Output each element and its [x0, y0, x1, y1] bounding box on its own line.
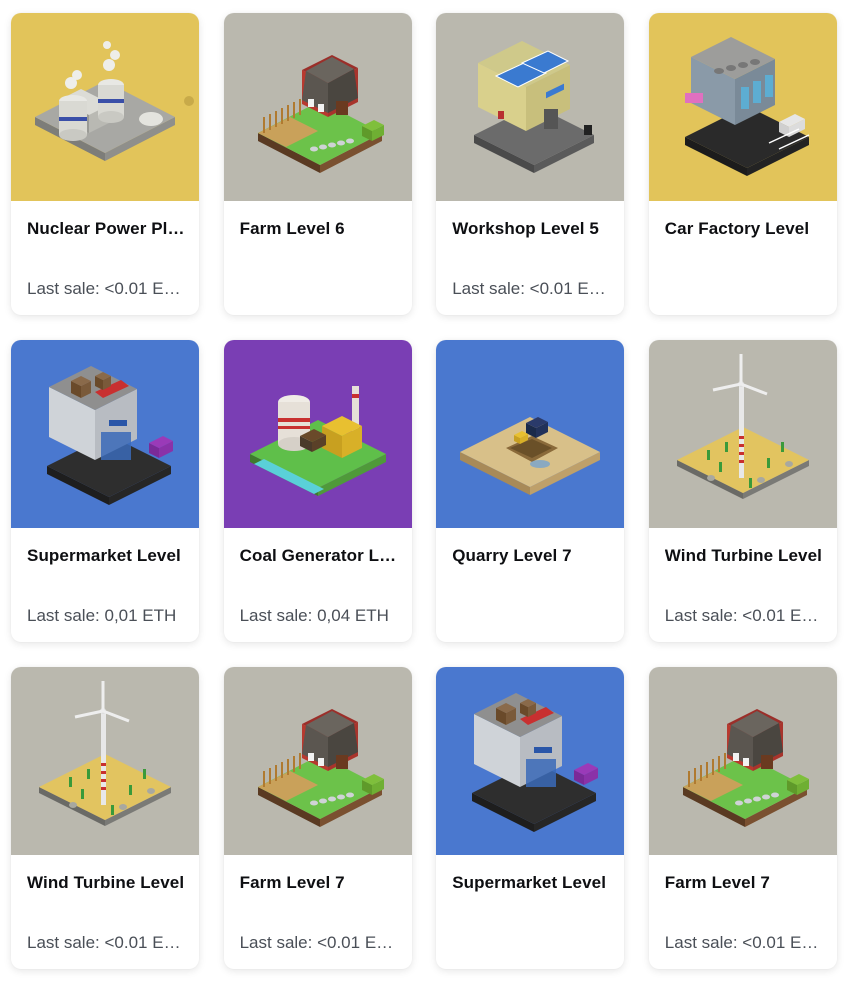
last-sale: Last sale: <0.01 ETH — [452, 279, 611, 298]
nft-thumbnail — [436, 13, 625, 201]
nft-card[interactable]: Nuclear Power Plant Last sale: <0.01 ETH — [11, 13, 199, 315]
nft-card[interactable]: Car Factory Level — [648, 13, 837, 315]
nft-thumbnail — [223, 13, 412, 201]
last-sale: Last sale: <0.01 ETH — [239, 933, 398, 952]
workshop-icon — [474, 41, 595, 173]
nft-thumbnail — [223, 340, 412, 528]
card-title: Wind Turbine Level — [27, 873, 185, 892]
last-sale: Last sale: <0.01 ETH — [664, 933, 823, 952]
supermarket-icon — [472, 693, 599, 832]
nft-thumbnail — [223, 667, 412, 855]
farm-icon — [257, 709, 384, 827]
nft-thumbnail — [11, 667, 199, 855]
quarry-icon — [460, 417, 601, 495]
card-title: Workshop Level 5 — [452, 219, 599, 238]
nft-thumbnail — [11, 13, 199, 201]
last-sale: Last sale: 0,01 ETH — [27, 606, 177, 625]
nft-card[interactable]: Wind Turbine Level Last sale: <0.01 ETH — [11, 667, 199, 969]
card-title: Wind Turbine Level — [664, 546, 822, 565]
nft-card[interactable]: Farm Level 6 — [223, 13, 412, 315]
wind-turbine-icon — [39, 681, 171, 826]
nft-thumbnail — [436, 340, 625, 528]
card-title: Farm Level 7 — [239, 873, 345, 892]
last-sale: Last sale: <0.01 ETH — [664, 606, 823, 625]
nft-card[interactable]: Supermarket Level Last sale: 0,01 ETH — [11, 340, 199, 642]
farm-icon — [682, 709, 809, 827]
car-factory-icon — [684, 37, 810, 176]
nft-grid: Nuclear Power Plant Last sale: <0.01 ETH… — [11, 13, 837, 969]
card-title: Coal Generator Level — [239, 546, 398, 565]
nft-card[interactable]: Supermarket Level — [436, 667, 625, 969]
nft-thumbnail — [11, 340, 199, 528]
farm-icon — [257, 55, 384, 173]
nuclear-plant-icon — [35, 41, 194, 161]
card-title: Car Factory Level — [664, 219, 810, 238]
nft-thumbnail — [648, 13, 837, 201]
nft-thumbnail — [648, 667, 837, 855]
card-title: Nuclear Power Plant — [27, 219, 185, 238]
last-sale: Last sale: <0.01 ETH — [27, 933, 185, 952]
coal-generator-icon — [249, 386, 386, 496]
nft-card[interactable]: Quarry Level 7 — [436, 340, 625, 642]
nft-card[interactable]: Farm Level 7 Last sale: <0.01 ETH — [648, 667, 837, 969]
card-title: Farm Level 6 — [239, 219, 345, 238]
nft-card[interactable]: Wind Turbine Level Last sale: <0.01 ETH — [648, 340, 837, 642]
card-title: Supermarket Level — [27, 546, 181, 565]
supermarket-icon — [47, 366, 173, 505]
card-title: Supermarket Level — [452, 873, 607, 892]
nft-card[interactable]: Farm Level 7 Last sale: <0.01 ETH — [223, 667, 412, 969]
last-sale: Last sale: 0,04 ETH — [239, 606, 389, 625]
nft-card[interactable]: Coal Generator Level Last sale: 0,04 ETH — [223, 340, 412, 642]
last-sale: Last sale: <0.01 ETH — [27, 279, 185, 298]
card-title: Farm Level 7 — [664, 873, 770, 892]
wind-turbine-icon — [676, 354, 809, 499]
card-title: Quarry Level 7 — [452, 546, 572, 565]
nft-thumbnail — [436, 667, 625, 855]
nft-thumbnail — [648, 340, 837, 528]
nft-card[interactable]: Workshop Level 5 Last sale: <0.01 ETH — [436, 13, 625, 315]
